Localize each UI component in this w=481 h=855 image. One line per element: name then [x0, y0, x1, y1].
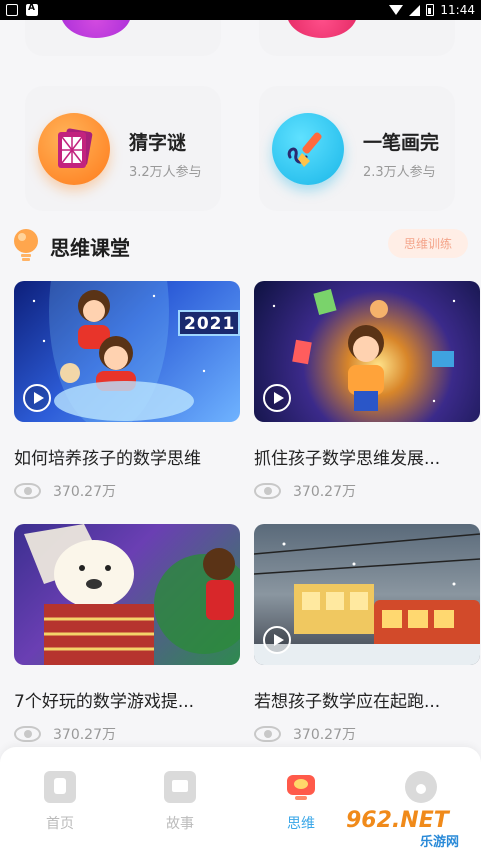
view-count-text: 370.27万 — [53, 727, 116, 743]
thinking-icon — [285, 771, 317, 803]
watermark-text: 962.NET — [346, 808, 449, 833]
thinking-training-button[interactable]: 思维训练 — [388, 229, 468, 258]
nav-label: 首页 — [46, 816, 74, 832]
section-title: 思维课堂 — [50, 236, 130, 260]
video-card[interactable]: 若想孩子数学应在起跑... 370.27万 — [254, 524, 480, 743]
notification-icon — [6, 4, 18, 16]
nav-label: 思维 — [287, 816, 315, 832]
nav-label: 故事 — [166, 816, 194, 832]
game-card-peek-left[interactable] — [25, 20, 221, 56]
view-count: 370.27万 — [14, 724, 116, 744]
game-participants: 3.2万人参与 — [129, 165, 202, 180]
watermark-sub: 乐游网 — [420, 835, 460, 850]
signal-icon — [409, 4, 421, 16]
video-title[interactable]: 7个好玩的数学游戏提... — [14, 687, 240, 712]
view-count-text: 370.27万 — [53, 484, 116, 500]
view-count: 370.27万 — [14, 481, 116, 501]
nav-home[interactable]: 首页 — [20, 771, 100, 833]
app-notification-icon — [26, 3, 38, 16]
video-title[interactable]: 若想孩子数学应在起跑... — [254, 687, 480, 712]
video-thumbnail[interactable]: 2021 — [14, 281, 240, 422]
clock: 11:44 — [440, 3, 475, 17]
play-button[interactable] — [263, 384, 291, 412]
wifi-icon — [389, 5, 404, 15]
video-thumbnail[interactable] — [254, 281, 480, 422]
video-card[interactable]: 7个好玩的数学游戏提... 370.27万 — [14, 524, 240, 743]
story-icon — [164, 771, 196, 803]
battery-icon — [426, 4, 435, 16]
status-bar: 11:44 — [0, 0, 481, 20]
video-title[interactable]: 如何培养孩子的数学思维 — [14, 444, 240, 469]
game-title: 一笔画完 — [363, 132, 440, 154]
game-title: 猜字谜 — [129, 132, 187, 154]
play-button[interactable] — [263, 626, 291, 654]
nav-story[interactable]: 故事 — [140, 771, 220, 833]
game-icon-partial — [287, 20, 357, 38]
game-card-peek-right[interactable] — [259, 20, 455, 56]
video-thumbnail[interactable] — [14, 524, 240, 665]
view-count-text: 370.27万 — [293, 484, 356, 500]
eye-icon — [254, 726, 281, 742]
game-card-one-stroke[interactable]: 一笔画完 2.3万人参与 — [259, 86, 455, 211]
view-count: 370.27万 — [254, 481, 356, 501]
video-thumbnail[interactable] — [254, 524, 480, 665]
eye-icon — [14, 726, 41, 742]
view-count: 370.27万 — [254, 724, 356, 744]
video-title[interactable]: 抓住孩子数学思维发展... — [254, 444, 480, 469]
nav-thinking[interactable]: 思维 — [261, 771, 341, 833]
eye-icon — [14, 483, 41, 499]
video-card[interactable]: 2021 如何培养孩子的数学思维 370.27万 — [14, 281, 240, 500]
thumbnail-caption: 2021 — [184, 314, 236, 334]
profile-icon — [405, 771, 437, 803]
video-card[interactable]: 抓住孩子数学思维发展... 370.27万 — [254, 281, 480, 500]
game-icon-partial — [61, 20, 131, 38]
view-count-text: 370.27万 — [293, 727, 356, 743]
puzzle-grid-icon — [38, 113, 110, 185]
play-button[interactable] — [23, 384, 51, 412]
watermark-logo: 962.NET 乐游网 — [342, 806, 476, 850]
section-header: 思维课堂 思维训练 — [0, 224, 481, 264]
game-card-riddle[interactable]: 猜字谜 3.2万人参与 — [25, 86, 221, 211]
home-icon — [44, 771, 76, 803]
game-participants: 2.3万人参与 — [363, 165, 436, 180]
eye-icon — [254, 483, 281, 499]
lightbulb-icon — [14, 229, 38, 261]
paintbrush-icon — [272, 113, 344, 185]
